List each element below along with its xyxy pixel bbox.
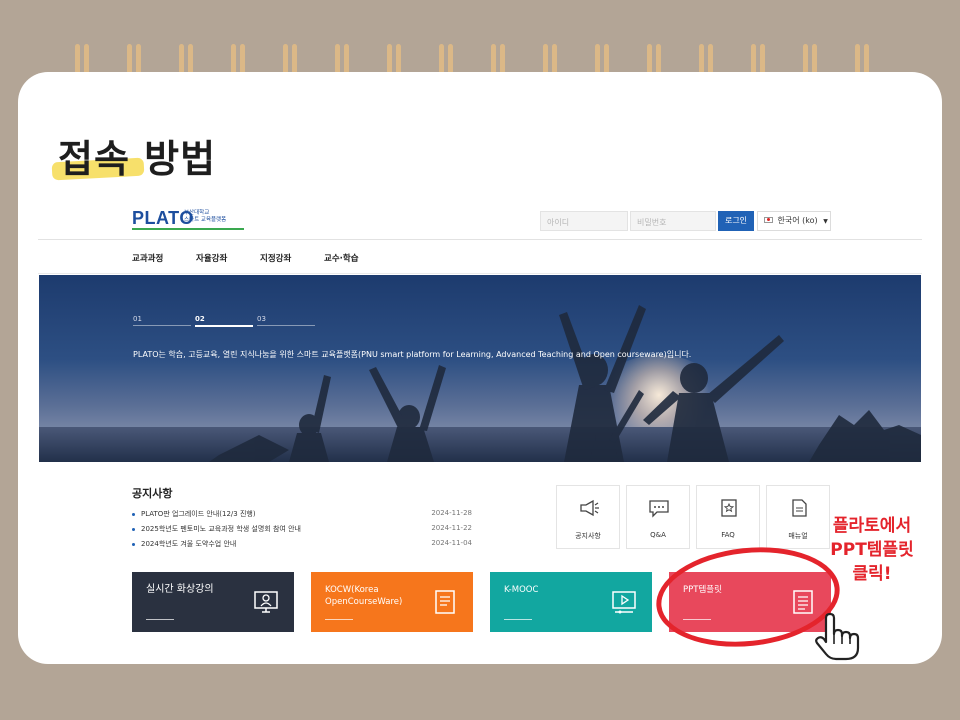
notice-item[interactable]: 2024학년도 겨울 도약수업 안내 2024-11-04 [132,539,472,554]
tile-live-lecture[interactable]: 실시간 화상강의 [132,572,294,632]
hero-banner: 01 02 03 PLATO는 학습, 고등교육, 열린 지식나눔을 위한 스마… [39,275,921,462]
logo-underline [132,228,244,230]
notice-date: 2024-11-28 [431,509,472,517]
callout-line-1: 플라토에서 [832,516,912,536]
play-screen-icon [612,591,636,614]
callout-line-2: PPT템플릿 [830,540,914,560]
arrow-icon [325,619,353,620]
plato-logo[interactable]: PLATO 부산대학교 스마트 교육플랫폼 [132,208,244,230]
quick-link-label: Q&A [650,531,666,539]
slide-indicator-2[interactable]: 02 [195,315,205,323]
slide-bar-3 [257,325,315,326]
document-icon [792,499,807,517]
caret-down-icon: ▼ [823,218,828,225]
id-input[interactable]: 아이디 [540,211,628,231]
callout-line-3: 클릭! [852,564,892,584]
book-star-icon [721,499,737,517]
bullet-icon [132,528,135,531]
callout-text: 플라토에서 PPT템플릿 클릭! [812,514,932,586]
password-input[interactable]: 비밀번호 [630,211,716,231]
arrow-icon [504,619,532,620]
menu-item-designated[interactable]: 지정강좌 [260,252,291,264]
megaphone-icon [580,499,599,517]
menu-item-curriculum[interactable]: 교과과정 [132,252,163,264]
notice-item[interactable]: PLATO판 업그레이드 안내(12/3 진행) 2024-11-28 [132,509,472,524]
korea-flag-icon [764,217,773,223]
banner-description: PLATO는 학습, 고등교육, 열린 지식나눔을 위한 스마트 교육플랫폼(P… [133,350,692,359]
silhouettes-image [209,305,921,462]
notices-list: PLATO판 업그레이드 안내(12/3 진행) 2024-11-28 2025… [132,509,472,554]
tile-kocw[interactable]: KOCW(Korea OpenCourseWare) [311,572,473,632]
slide-headline: 접속 방법 [58,137,217,181]
login-button[interactable]: 로그인 [718,211,754,231]
notice-title[interactable]: 2024학년도 겨울 도약수업 안내 [141,539,236,549]
bullet-icon [132,513,135,516]
quick-link-notices[interactable]: 공지사항 [556,485,620,549]
notice-item[interactable]: 2025학년도 펜토미노 교육과정 학생 설명회 참여 안내 2024-11-2… [132,524,472,539]
menu-item-elective[interactable]: 자율강좌 [196,252,227,264]
tile-kmooc[interactable]: K-MOOC [490,572,652,632]
chat-bubble-icon [649,500,669,518]
menu-item-teaching[interactable]: 교수·학습 [324,252,359,264]
tile-label: KOCW(Korea OpenCourseWare) [325,585,403,607]
bullet-icon [132,543,135,546]
notice-date: 2024-11-22 [431,524,472,532]
notice-title[interactable]: 2025학년도 펜토미노 교육과정 학생 설명회 참여 안내 [141,524,301,534]
notices-title[interactable]: 공지사항 [132,485,172,501]
logo-subtext-line2: 스마트 교육플랫폼 [184,217,227,223]
arrow-icon [146,619,174,620]
language-select[interactable]: 한국어 (ko) ▼ [757,211,831,231]
slide-bar-1 [133,325,191,326]
tile-label: K-MOOC [504,585,539,595]
pointing-hand-icon [815,612,860,661]
tile-label: 실시간 화상강의 [146,584,214,595]
quick-link-label: 공지사항 [575,532,601,540]
quick-link-faq[interactable]: FAQ [696,485,760,549]
slide-bar-2 [195,325,253,327]
site-header: PLATO 부산대학교 스마트 교육플랫폼 아이디 비밀번호 로그인 한국어 (… [38,198,922,240]
main-menu: 교과과정 자율강좌 지정강좌 교수·학습 [38,240,922,274]
notice-title[interactable]: PLATO판 업그레이드 안내(12/3 진행) [141,509,256,519]
quick-link-qna[interactable]: Q&A [626,485,690,549]
language-label: 한국어 (ko) [777,216,818,225]
logo-subtext-line1: 부산대학교 [184,210,210,216]
logo-subtext: 부산대학교 스마트 교육플랫폼 [184,210,244,224]
quick-link-label: FAQ [721,531,735,539]
monitor-user-icon [254,591,278,613]
slide-indicator-1[interactable]: 01 [133,315,142,323]
slide-indicator-3[interactable]: 03 [257,315,266,323]
document-icon [435,590,455,614]
notice-date: 2024-11-04 [431,539,472,547]
